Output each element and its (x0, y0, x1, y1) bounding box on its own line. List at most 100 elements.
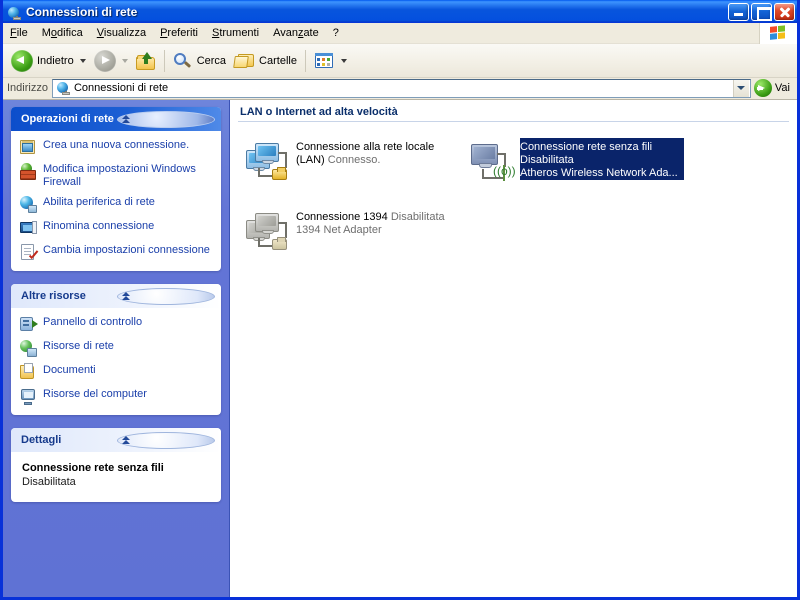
address-dropdown-button[interactable] (732, 79, 749, 97)
task-network-places[interactable]: Risorse di rete (20, 339, 213, 357)
folders-button-label: Cartelle (259, 54, 297, 67)
views-dropdown-icon[interactable] (340, 58, 347, 63)
task-label: Rinomina connessione (43, 220, 155, 232)
panel-other-places: Altre risorse Pannello di controllo Riso… (11, 284, 221, 415)
panel-other-places-title: Altre risorse (21, 290, 86, 302)
windows-firewall-icon (20, 163, 37, 180)
connection-adapter: 1394 Net Adapter (296, 224, 382, 236)
address-value: Connessioni di rete (73, 82, 169, 94)
connection-status: Disabilitata (390, 211, 445, 223)
up-folder-icon (135, 51, 156, 70)
address-bar: Indirizzo Connessioni di rete Vai (3, 78, 797, 100)
chevron-up-icon[interactable] (117, 110, 215, 128)
views-button[interactable] (310, 47, 351, 75)
window-title: Connessioni di rete (26, 4, 138, 19)
connection-item-text: Connessione 1394 Disabilitata 1394 Net A… (296, 208, 460, 237)
connection-item-text: Connessione rete senza fili Disabilitata… (520, 138, 684, 180)
menu-visualizza[interactable]: Visualizza (90, 25, 153, 42)
go-button[interactable]: Vai (751, 78, 795, 98)
new-connection-icon (20, 139, 37, 156)
task-my-computer[interactable]: Risorse del computer (20, 387, 213, 405)
connection-item-wireless[interactable]: ((o)) Connessione rete senza fili Disabi… (466, 136, 686, 198)
details-name: Connessione rete senza fili (22, 462, 164, 474)
enable-network-device-icon (20, 196, 37, 213)
menu-bar: FFileile Modifica Visualizza Preferiti S… (3, 23, 797, 44)
connection-status: Connesso. (327, 154, 381, 166)
connections-list-view[interactable]: LAN o Internet ad alta velocità Connessi… (230, 100, 797, 597)
forward-button[interactable] (90, 47, 132, 75)
panel-details-header: Dettagli (11, 428, 221, 452)
address-label: Indirizzo (7, 82, 48, 94)
tiles-container: Connessione alla rete locale (LAN) Conne… (230, 122, 797, 276)
up-button[interactable] (132, 47, 160, 75)
back-button[interactable]: Indietro (7, 47, 90, 75)
task-label: Risorse del computer (43, 388, 147, 400)
minimize-button[interactable] (728, 2, 749, 21)
task-change-connection-settings[interactable]: Cambia impostazioni connessione (20, 243, 213, 261)
chevron-down-icon (737, 86, 746, 90)
folders-button[interactable]: Cartelle (230, 47, 301, 75)
group-header-lan-highspeed: LAN o Internet ad alta velocità (238, 106, 789, 122)
task-label: Crea una nuova connessione. (43, 139, 190, 151)
search-button[interactable]: Cerca (169, 47, 230, 75)
task-pane: Operazioni di rete Crea una nuova connes… (3, 100, 230, 597)
connection-item-1394[interactable]: Connessione 1394 Disabilitata 1394 Net A… (242, 206, 462, 268)
connection-properties-icon (20, 244, 37, 261)
window-controls (728, 2, 795, 21)
search-button-label: Cerca (196, 54, 227, 67)
task-create-new-connection[interactable]: Crea una nuova connessione. (20, 138, 213, 156)
task-label: Cambia impostazioni connessione (43, 244, 210, 256)
task-label: Risorse di rete (43, 340, 114, 352)
connection-name: Connessione 1394 (296, 211, 388, 223)
chevron-up-icon[interactable] (117, 431, 215, 449)
toolbar-separator (163, 49, 165, 72)
menu-strumenti[interactable]: Strumenti (205, 25, 266, 42)
connection-status: Disabilitata (520, 154, 574, 166)
task-label: Abilita periferica di rete (43, 196, 155, 208)
details-status: Disabilitata (22, 476, 76, 488)
panel-details: Dettagli Connessione rete senza fili Dis… (11, 428, 221, 502)
menu-help[interactable]: ? (326, 25, 346, 42)
panel-network-tasks-title: Operazioni di rete (21, 113, 114, 125)
connection-name: Connessione rete senza fili (520, 141, 653, 153)
maximize-button[interactable] (751, 2, 772, 21)
connection-adapter: Atheros Wireless Network Ada... (520, 167, 678, 179)
menu-modifica[interactable]: Modifica (35, 25, 90, 42)
lan-connection-icon (244, 138, 292, 186)
network-globe-icon (6, 4, 22, 20)
task-control-panel[interactable]: Pannello di controllo (20, 315, 213, 333)
wireless-connection-icon: ((o)) (468, 138, 516, 186)
task-enable-network-device[interactable]: Abilita periferica di rete (20, 195, 213, 213)
menu-preferiti[interactable]: Preferiti (153, 25, 205, 42)
connection-item-text: Connessione alla rete locale (LAN) Conne… (296, 138, 460, 167)
network-connections-window: Connessioni di rete FFileile Modifica Vi… (0, 0, 800, 600)
panel-network-tasks-header: Operazioni di rete (11, 107, 221, 131)
toolbar: Indietro Cerca Cartelle (3, 44, 797, 78)
menu-file[interactable]: FFileile (3, 25, 35, 42)
panel-details-title: Dettagli (21, 434, 62, 446)
panel-network-tasks: Operazioni di rete Crea una nuova connes… (11, 107, 221, 271)
views-tiles-icon (314, 52, 335, 70)
control-panel-icon (20, 316, 38, 333)
task-change-windows-firewall-settings[interactable]: Modifica impostazioni Windows Firewall (20, 162, 213, 189)
menu-avanzate[interactable]: Avanzate (266, 25, 326, 42)
task-label: Pannello di controllo (43, 316, 143, 328)
close-button[interactable] (774, 2, 795, 21)
my-documents-icon (20, 363, 37, 381)
panel-network-tasks-body: Crea una nuova connessione. Modifica imp… (11, 131, 221, 271)
magnifier-icon (173, 52, 193, 70)
windows-flag-logo (759, 23, 797, 44)
chevron-up-icon[interactable] (117, 287, 215, 305)
back-arrow-icon (11, 49, 33, 72)
task-my-documents[interactable]: Documenti (20, 363, 213, 381)
my-computer-icon (20, 388, 37, 405)
network-places-icon (20, 340, 37, 357)
connection-item-lan[interactable]: Connessione alla rete locale (LAN) Conne… (242, 136, 462, 198)
task-rename-connection[interactable]: Rinomina connessione (20, 219, 213, 237)
forward-arrow-icon (93, 49, 116, 72)
back-dropdown-icon[interactable] (79, 58, 86, 63)
rename-connection-icon (20, 220, 37, 237)
address-input[interactable]: Connessioni di rete (51, 78, 751, 98)
panel-other-places-header: Altre risorse (11, 284, 221, 308)
forward-dropdown-icon (121, 58, 128, 63)
